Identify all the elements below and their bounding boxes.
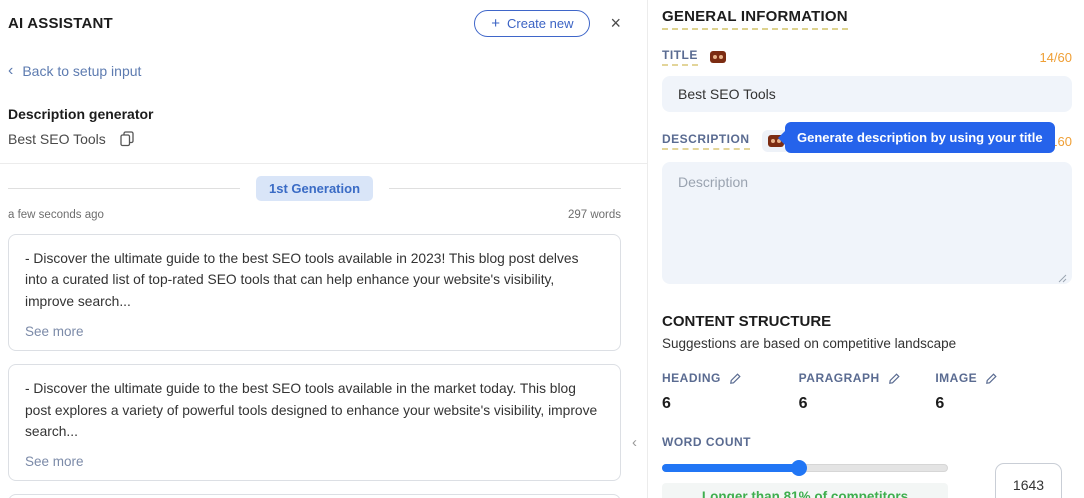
word-count-label: WORD COUNT [662, 435, 1072, 449]
divider-line-left [8, 188, 240, 189]
generation-meta: a few seconds ago 297 words [8, 209, 621, 221]
slider-thumb[interactable] [791, 460, 807, 476]
generate-description-tooltip: Generate description by using your title [785, 122, 1055, 153]
description-textarea[interactable] [662, 162, 1072, 284]
title-input[interactable] [662, 76, 1072, 112]
result-card: - Discover the ultimate guide to the bes… [8, 234, 621, 351]
heading-label: HEADING [662, 371, 721, 385]
result-card: - Discover the ultimate guide to the bes… [8, 364, 621, 481]
generator-title: Description generator [8, 106, 647, 122]
ai-generate-title-robot-icon[interactable] [710, 51, 726, 63]
title-label: TITLE [662, 48, 698, 66]
generator-input-row: Best SEO Tools [8, 131, 647, 147]
image-label: IMAGE [935, 371, 977, 385]
description-field-row: DESCRIPTION Generate description by usin… [662, 130, 1072, 152]
generator-input-value: Best SEO Tools [8, 131, 106, 147]
section-title: GENERAL INFORMATION [662, 8, 848, 30]
copy-icon[interactable] [120, 131, 134, 147]
app: AI ASSISTANT + Create new × ‹ Back to se… [0, 0, 1084, 498]
content-structure-subtitle: Suggestions are based on competitive lan… [662, 336, 1072, 351]
result-text: - Discover the ultimate guide to the bes… [25, 248, 604, 312]
robot-icon [710, 51, 726, 63]
create-new-label: Create new [507, 16, 573, 31]
image-value: 6 [935, 395, 1072, 413]
heading-metric: HEADING 6 [662, 371, 799, 413]
see-more-link[interactable]: See more [25, 454, 84, 469]
paragraph-value: 6 [799, 395, 936, 413]
description-label: DESCRIPTION [662, 132, 750, 150]
description-textarea-wrap [662, 162, 1072, 289]
paragraph-metric: PARAGRAPH 6 [799, 371, 936, 413]
edit-image-pencil-icon[interactable] [985, 372, 998, 385]
title-field-row: TITLE 14/60 [662, 48, 1072, 66]
chevron-left-icon: ‹ [8, 62, 13, 80]
paragraph-label: PARAGRAPH [799, 371, 880, 385]
heading-value: 6 [662, 395, 799, 413]
collapse-panel-icon[interactable]: ‹ [632, 434, 637, 451]
content-structure-grid: HEADING 6 PARAGRAPH [662, 371, 1072, 413]
panel-title: AI ASSISTANT [8, 15, 113, 32]
ai-assistant-panel: AI ASSISTANT + Create new × ‹ Back to se… [0, 0, 648, 498]
competitor-status-badge: Longer than 81% of competitors [662, 483, 948, 498]
edit-paragraph-pencil-icon[interactable] [888, 372, 901, 385]
divider-line-right [389, 188, 621, 189]
resize-handle-icon[interactable] [1058, 274, 1067, 283]
generation-divider: 1st Generation [8, 176, 621, 201]
divider [0, 163, 648, 164]
generation-timestamp: a few seconds ago [8, 209, 104, 221]
close-icon[interactable]: × [610, 14, 621, 32]
generation-badge: 1st Generation [256, 176, 373, 201]
plus-icon: + [491, 16, 500, 31]
ai-assistant-header: AI ASSISTANT + Create new × [8, 8, 647, 38]
general-information-panel: GENERAL INFORMATION TITLE 14/60 DESCRIPT… [662, 8, 1072, 498]
word-count-row: Longer than 81% of competitors [662, 463, 1072, 498]
result-card: - Discover the ultimate guide to the bes… [8, 494, 621, 498]
back-link[interactable]: ‹ Back to setup input [8, 62, 141, 80]
image-metric: IMAGE 6 [935, 371, 1072, 413]
title-char-counter: 14/60 [1039, 50, 1072, 65]
content-structure-title: CONTENT STRUCTURE [662, 313, 1072, 330]
edit-heading-pencil-icon[interactable] [729, 372, 742, 385]
generation-word-count: 297 words [568, 209, 621, 221]
back-link-label: Back to setup input [22, 63, 141, 79]
result-text: - Discover the ultimate guide to the bes… [25, 378, 604, 442]
word-count-input[interactable] [995, 463, 1062, 498]
word-count-slider-area: Longer than 81% of competitors [662, 463, 948, 498]
see-more-link[interactable]: See more [25, 324, 84, 339]
word-count-slider[interactable] [662, 463, 948, 473]
create-new-button[interactable]: + Create new [474, 10, 590, 37]
word-count-slider-fill [662, 464, 799, 472]
